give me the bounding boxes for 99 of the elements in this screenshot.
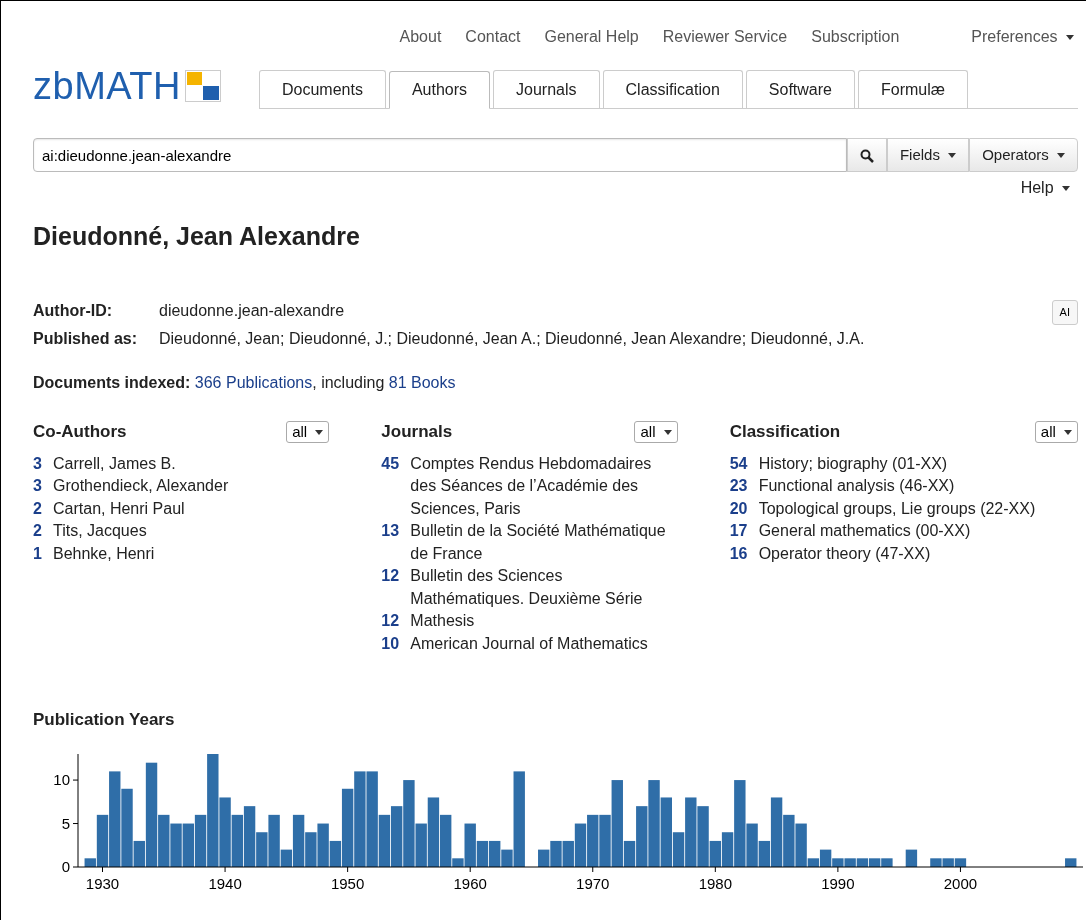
caret-icon [1057,153,1065,159]
count: 12 [381,566,401,586]
list-link[interactable]: Behnke, Henri [53,542,155,565]
bar [856,858,869,868]
bar [844,858,856,868]
publications-link[interactable]: 366 Publications [194,374,313,391]
caret-icon [315,430,324,436]
tick-label: 10 [53,771,70,789]
tick-label: 1950 [330,875,365,893]
field-value: dieudonne.jean-alexandre [159,301,345,321]
dropdown-button[interactable]: Operators [969,138,1078,172]
nav-link[interactable]: General Help [544,25,639,49]
bar [942,858,954,868]
tab[interactable]: Documents [259,70,386,108]
nav-link[interactable]: About [399,25,442,49]
list-link[interactable]: Comptes Rendus Hebdomadaires des Séances de l’Académie des Sciences, Paris [410,452,678,520]
nav-link[interactable]: Subscription [811,25,900,49]
tick-label: 1990 [821,875,855,893]
list-link[interactable]: Bulletin de la Société Mathématique de France [410,520,678,565]
caret-icon [1064,430,1072,436]
count: 3 [33,476,43,496]
tick-label: 0 [61,858,70,876]
tab[interactable]: Software [745,70,855,108]
list-link[interactable]: Carrell, James B. [53,452,176,475]
column-title: Classification [729,421,841,443]
bar [881,858,893,868]
count: 2 [33,498,43,519]
nav-link[interactable]: Contact [465,25,521,49]
count: 2 [33,521,43,541]
search-icon [859,148,874,163]
preferences-dropdown[interactable]: Preferences [971,25,1074,49]
list-link[interactable]: General mathematics (00-XX) [758,520,971,543]
list-link[interactable]: Functional analysis (46-XX) [758,475,955,498]
count: 45 [381,453,401,474]
dropdown-button[interactable]: Fields [886,138,970,172]
count: 13 [381,521,401,541]
tick-label: 1940 [208,875,242,893]
list-link[interactable]: Bulletin des Sciences Mathématiques. Deuxième Série [410,565,678,610]
tab[interactable]: Journals [493,70,600,108]
bar [587,815,599,868]
bar [954,858,967,868]
ai-button[interactable]: AI [1051,300,1078,325]
caret-icon [948,153,957,159]
chart-title: Publication Years [33,710,176,731]
field-label: Published as: [33,329,139,349]
bar [231,815,244,868]
tick-label: 1980 [698,875,732,893]
tick-label: 2000 [943,875,978,893]
tab[interactable]: Formulæ [857,70,968,108]
field-label: Documents indexed: [33,374,191,391]
count: 20 [729,498,749,519]
tab[interactable]: Classification [602,70,743,108]
column-title: Journals [381,421,453,443]
list-link[interactable]: Tits, Jacques [53,520,147,543]
list-link[interactable]: Operator theory (47-XX) [758,542,931,565]
documents-text: , including [312,374,385,391]
tab[interactable]: Authors [388,71,491,109]
field-label: Author-ID: [33,301,114,321]
tick-label: 1960 [453,875,487,893]
filter-dropdown[interactable]: all [286,420,330,443]
nav-link[interactable]: Reviewer Service [662,25,788,49]
bar [390,806,403,868]
tick-label: 5 [61,814,70,832]
list-link[interactable]: Cartan, Henri Paul [53,497,185,520]
count: 1 [33,543,43,564]
bar [783,815,795,868]
list-link[interactable]: Mathesis [410,610,475,633]
count: 3 [33,453,43,474]
list-link[interactable]: Topological groups, Lie groups (22-XX) [758,497,1036,520]
filter-dropdown[interactable]: all [1034,420,1078,443]
field-value: Dieudonné, Jean; Dieudonné, J.; Dieudonné, Jean A.; Dieudonné, Jean Alexandre; Dieudonné, J.A. [159,329,865,349]
list-link[interactable]: History; biography (01-XX) [758,452,948,475]
count: 54 [729,453,749,474]
list-link[interactable]: Grothendieck, Alexander [53,475,229,498]
count: 10 [381,633,401,654]
count: 23 [729,476,749,496]
bar [1065,858,1077,868]
count: 17 [729,521,749,541]
books-link[interactable]: 81 Books [388,374,456,391]
caret-icon [1062,186,1070,192]
search-field[interactable]: ai:dieudonne.jean-alexandre [33,138,847,172]
count: 12 [381,611,401,631]
help-dropdown[interactable]: Help [1020,176,1070,200]
column-title: Co-Authors [33,421,127,443]
tick-label: 1970 [576,875,610,893]
list-link[interactable]: American Journal of Mathematics [410,632,648,655]
logo-icon [184,70,221,102]
count: 16 [729,543,749,564]
logo-text: zbMATH [33,67,181,105]
caret-icon [663,430,672,436]
search-button[interactable] [846,138,887,172]
bar [170,823,182,868]
bar [930,858,942,868]
author-name: Dieudonné, Jean Alexandre [33,221,361,251]
caret-icon [1066,35,1074,41]
bar [182,823,194,868]
filter-dropdown[interactable]: all [634,420,678,443]
tick-label: 1930 [85,875,120,893]
bar [868,858,881,868]
